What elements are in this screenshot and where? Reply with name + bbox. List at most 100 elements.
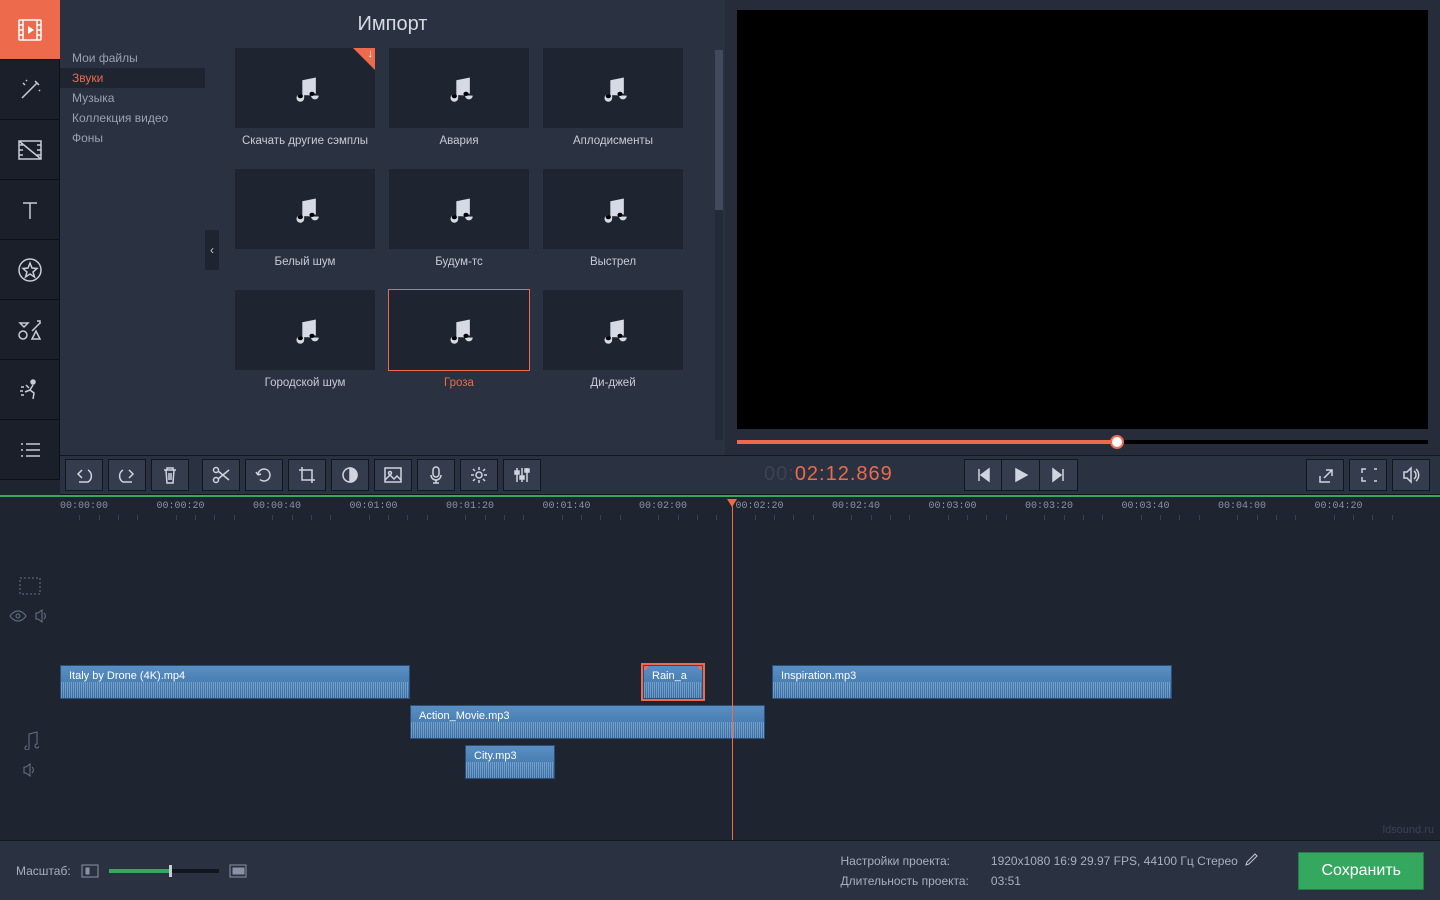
rotate-button[interactable] <box>245 459 283 491</box>
list-icon <box>17 439 43 461</box>
picture-icon <box>383 466 403 484</box>
ruler-tick: 00:00:40 <box>253 501 301 512</box>
undo-button[interactable] <box>65 459 103 491</box>
shapes-arrow-icon <box>16 317 44 343</box>
delete-button[interactable] <box>151 459 189 491</box>
ruler-tick: 00:03:20 <box>1025 501 1073 512</box>
trash-icon <box>161 465 179 485</box>
skip-fwd-icon <box>1051 467 1067 483</box>
tile-label: Скачать другие сэмплы <box>235 128 375 161</box>
split-button[interactable] <box>202 459 240 491</box>
clip-label: City.mp3 <box>474 750 517 762</box>
popout-button[interactable] <box>1306 459 1344 491</box>
zoom-label: Масштаб: <box>16 864 71 878</box>
mode-callouts[interactable] <box>0 300 60 360</box>
zoom-out-icon[interactable] <box>81 864 99 878</box>
clip-label: Italy by Drone (4K).mp4 <box>69 670 185 682</box>
import-tile[interactable]: Белый шум <box>235 169 375 282</box>
timecode: 00:02:12.869 <box>764 463 934 487</box>
skip-back-icon <box>975 467 991 483</box>
preview-scrub[interactable] <box>737 440 1428 444</box>
zoom-in-icon[interactable] <box>229 864 247 878</box>
import-panel: Импорт Мои файлыЗвукиМузыкаКоллекция вид… <box>60 0 725 455</box>
import-tile[interactable]: Ди-джей <box>543 290 683 403</box>
ruler-tick: 00:01:00 <box>350 501 398 512</box>
fullscreen-button[interactable] <box>1349 459 1387 491</box>
zoom-control: Масштаб: <box>16 864 247 878</box>
volume-button[interactable] <box>1392 459 1430 491</box>
category-item[interactable]: Коллекция видео <box>60 108 205 128</box>
next-button[interactable] <box>1040 459 1078 491</box>
popout-icon <box>1316 466 1334 484</box>
timeline-clip[interactable]: City.mp3 <box>465 745 555 779</box>
zoom-slider[interactable] <box>109 869 219 873</box>
import-tile[interactable]: Выстрел <box>543 169 683 282</box>
ruler-tick: 00:03:00 <box>929 501 977 512</box>
import-tile[interactable]: Аплодисменты <box>543 48 683 161</box>
speaker-icon <box>1401 466 1421 484</box>
mode-animation[interactable] <box>0 360 60 420</box>
scrollbar[interactable] <box>715 50 723 440</box>
prev-button[interactable] <box>964 459 1002 491</box>
duration-value: 03:51 <box>991 874 1259 888</box>
tracks[interactable]: Italy by Drone (4K).mp4 Rain_a Inspiration… <box>60 535 1440 840</box>
ruler-tick: 00:00:20 <box>157 501 205 512</box>
mode-stickers[interactable] <box>0 240 60 300</box>
audio-mute-icon[interactable] <box>0 755 60 785</box>
playhead[interactable] <box>732 499 733 840</box>
import-grid: Скачать другие сэмплыАварияАплодисментыБ… <box>205 48 725 455</box>
clip-properties-button[interactable] <box>460 459 498 491</box>
mode-more[interactable] <box>0 420 60 480</box>
collapse-sidebar[interactable]: ‹ <box>205 230 219 270</box>
clip-label: Inspiration.mp3 <box>781 670 856 682</box>
transport <box>964 459 1078 491</box>
category-item[interactable]: Фоны <box>60 128 205 148</box>
import-tile[interactable]: Авария <box>389 48 529 161</box>
import-title: Импорт <box>60 0 725 48</box>
audio-track-icon[interactable] <box>0 725 60 755</box>
mute-track-icon[interactable] <box>12 601 72 631</box>
ruler-tick: 00:02:00 <box>639 501 687 512</box>
timeline-clip[interactable]: Action_Movie.mp3 <box>410 705 765 739</box>
clip-label: Action_Movie.mp3 <box>419 710 510 722</box>
preview-panel <box>725 0 1440 455</box>
tile-label: Белый шум <box>235 249 375 282</box>
redo-button[interactable] <box>108 459 146 491</box>
category-item[interactable]: Мои файлы <box>60 48 205 68</box>
settings-value: 1920x1080 16:9 29.97 FPS, 44100 Гц Стере… <box>991 854 1238 868</box>
import-categories: Мои файлыЗвукиМузыкаКоллекция видеоФоны <box>60 48 205 455</box>
timeline-clip[interactable]: Rain_a <box>643 665 703 699</box>
mode-import[interactable] <box>0 0 60 60</box>
edit-settings-icon[interactable] <box>1244 853 1258 867</box>
star-circle-icon <box>17 257 43 283</box>
image-button[interactable] <box>374 459 412 491</box>
timeline: 00:00:00 00:00:20 00:00:40 00:01:00 00:01:20… <box>0 495 1440 840</box>
ruler-tick: 00:00:00 <box>60 501 108 512</box>
mode-transitions[interactable] <box>0 120 60 180</box>
import-tile[interactable]: Городской шум <box>235 290 375 403</box>
save-button[interactable]: Сохранить <box>1298 852 1424 890</box>
play-button[interactable] <box>1002 459 1040 491</box>
video-track-icon[interactable] <box>0 571 60 601</box>
record-audio-button[interactable] <box>417 459 455 491</box>
mode-filters[interactable] <box>0 60 60 120</box>
ruler[interactable]: 00:00:00 00:00:20 00:00:40 00:01:00 00:01:20… <box>60 501 1440 531</box>
crop-button[interactable] <box>288 459 326 491</box>
color-button[interactable] <box>331 459 369 491</box>
tile-label: Авария <box>389 128 529 161</box>
ruler-tick: 00:01:20 <box>446 501 494 512</box>
tile-label: Ди-джей <box>543 370 683 403</box>
import-tile[interactable]: Скачать другие сэмплы <box>235 48 375 161</box>
preview-video[interactable] <box>737 10 1428 429</box>
category-item[interactable]: Музыка <box>60 88 205 108</box>
import-tile[interactable]: Будум-тс <box>389 169 529 282</box>
timeline-clip[interactable]: Italy by Drone (4K).mp4 <box>60 665 410 699</box>
timeline-clip[interactable]: Inspiration.mp3 <box>772 665 1172 699</box>
import-tile[interactable]: Гроза <box>389 290 529 403</box>
equalizer-button[interactable] <box>503 459 541 491</box>
category-item[interactable]: Звуки <box>60 68 205 88</box>
mode-titles[interactable] <box>0 180 60 240</box>
undo-icon <box>74 466 94 484</box>
ruler-tick: 00:01:40 <box>543 501 591 512</box>
duration-label: Длительность проекта: <box>841 874 969 888</box>
